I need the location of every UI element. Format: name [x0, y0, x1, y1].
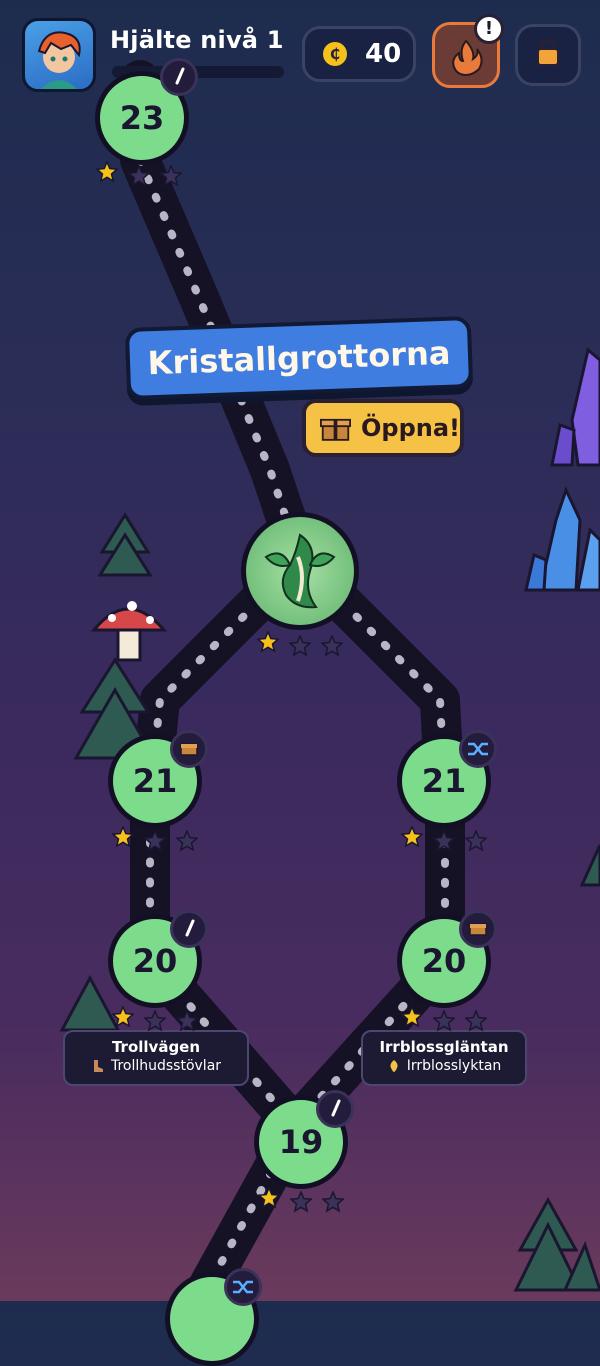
star-empty-icon [433, 1010, 455, 1032]
star-empty-icon [144, 1010, 166, 1032]
star-empty-icon [290, 1191, 312, 1213]
star-empty-icon [176, 1010, 198, 1032]
crystal-cluster-lower [524, 485, 600, 592]
boot-icon [93, 1060, 103, 1072]
star-filled-icon [112, 826, 134, 848]
star-filled-icon [401, 1006, 423, 1028]
sword-icon [331, 1099, 341, 1117]
star-empty-icon [433, 830, 455, 852]
star-empty-icon [321, 635, 343, 657]
star-filled-icon [112, 1006, 134, 1028]
gift-icon [320, 418, 351, 441]
route-label-right: Irrblossgläntan Irrblosslyktan [361, 1030, 527, 1086]
coin-count: 40 [365, 39, 402, 69]
star-empty-icon [465, 830, 487, 852]
lantern-icon [390, 1060, 398, 1072]
hero-level-title: Hjälte nivå 1 [110, 26, 284, 54]
crystal-cluster-upper [550, 347, 600, 467]
streak-alert-badge: ! [474, 14, 504, 44]
shuffle-icon [233, 1280, 253, 1294]
route-right-reward: Irrblosslyktan [406, 1058, 502, 1074]
star-empty-icon [289, 635, 311, 657]
route-left-reward: Trollhudsstövlar [110, 1058, 222, 1074]
dragon-icon [264, 533, 336, 609]
shuffle-icon [468, 742, 488, 756]
level-partial-badge [224, 1268, 262, 1306]
chapter-banner: Kristallgrottorna [124, 315, 474, 401]
chest-icon [469, 923, 487, 936]
hero-portrait-icon [37, 31, 81, 89]
open-label: Öppna! [361, 414, 460, 442]
star-empty-icon [176, 830, 198, 852]
level-23-badge [160, 58, 198, 96]
star-filled-icon [96, 161, 118, 183]
pine-tree-bottom-left [59, 974, 121, 1032]
open-chest-button[interactable]: Öppna! [302, 399, 464, 457]
chest-icon [180, 743, 198, 756]
star-filled-icon [258, 1187, 280, 1209]
pine-tree-right-edge [579, 844, 600, 887]
star-empty-icon [128, 165, 150, 187]
sword-icon [185, 919, 195, 937]
level-20-right-badge [459, 910, 497, 948]
coin-icon: ₵ [323, 42, 347, 66]
bag-icon [537, 39, 559, 66]
star-empty-icon [322, 1191, 344, 1213]
level-20-left-badge [170, 910, 208, 948]
mushroom [90, 601, 168, 662]
star-empty-icon [465, 1010, 487, 1032]
level-21-right-badge [459, 730, 497, 768]
pine-tree-bottom-right [513, 1196, 600, 1292]
star-empty-icon [144, 830, 166, 852]
sword-icon [175, 67, 185, 85]
coin-counter[interactable]: ₵ 40 [302, 26, 416, 82]
route-label-left: Trollvägen Trollhudsstövlar [63, 1030, 249, 1086]
star-filled-icon [401, 826, 423, 848]
route-left-title: Trollvägen [111, 1038, 201, 1056]
boss-level-dragon[interactable] [241, 512, 359, 630]
level-19-badge [316, 1090, 354, 1128]
pine-tree-small [97, 512, 153, 577]
level-21-left-badge [170, 730, 208, 768]
shop-button[interactable] [515, 24, 581, 86]
star-filled-icon [257, 631, 279, 653]
star-empty-icon [160, 165, 182, 187]
hero-avatar[interactable] [22, 18, 96, 92]
route-right-title: Irrblossgläntan [379, 1038, 509, 1056]
